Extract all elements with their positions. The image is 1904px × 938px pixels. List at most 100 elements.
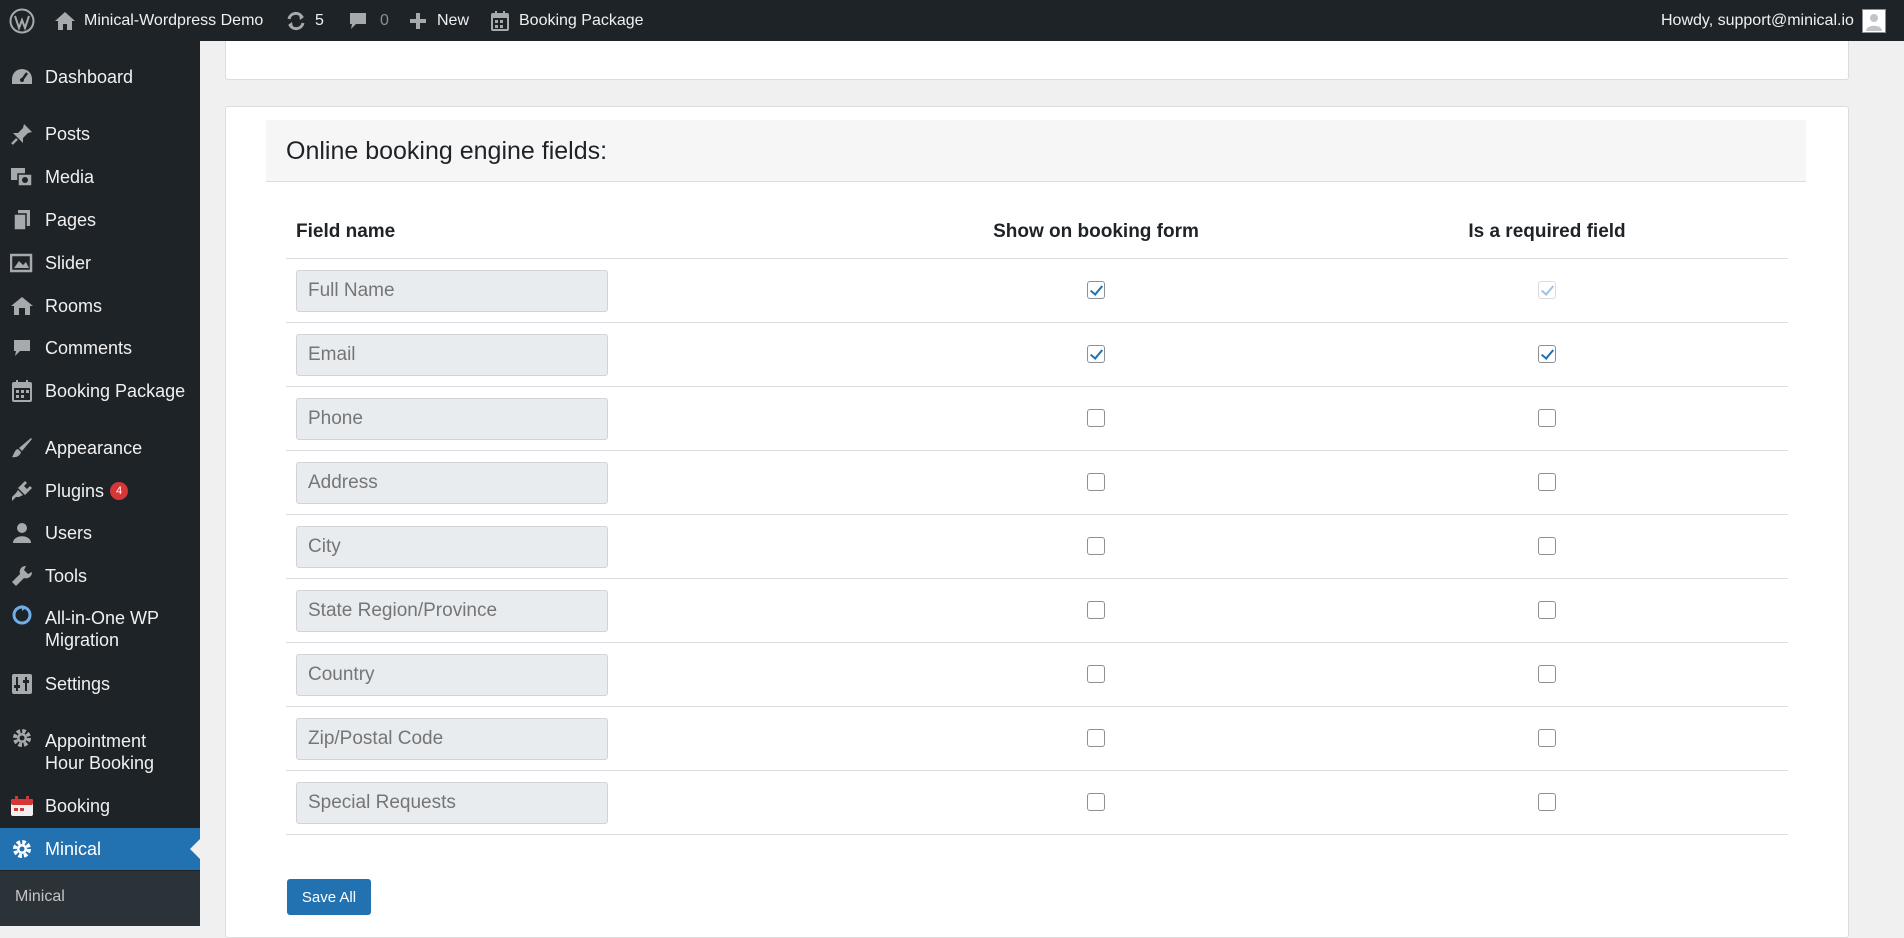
pages-icon <box>10 208 34 232</box>
user-icon <box>10 521 34 545</box>
show-on-form-checkbox[interactable] <box>1087 537 1105 556</box>
required-cell <box>1306 514 1788 579</box>
sidebar-item-media[interactable]: Media <box>0 156 200 198</box>
table-row <box>286 514 1788 579</box>
show-cell <box>886 578 1306 643</box>
show-cell <box>886 322 1306 387</box>
table-body <box>286 258 1788 835</box>
show-on-form-checkbox[interactable] <box>1087 409 1105 428</box>
updates-count: 5 <box>315 11 324 29</box>
column-header-field-name: Field name <box>286 206 886 259</box>
field-name-input[interactable] <box>296 589 608 632</box>
show-on-form-checkbox[interactable] <box>1087 601 1105 620</box>
sidebar-item-appointment-hour-booking[interactable]: Appointment Hour Booking <box>0 724 200 780</box>
sidebar-item-plugins[interactable]: Plugins 4 <box>0 470 200 512</box>
sidebar-item-booking[interactable]: Booking <box>0 785 200 827</box>
show-on-form-checkbox[interactable] <box>1087 665 1105 684</box>
show-on-form-checkbox[interactable] <box>1087 281 1105 300</box>
booking-package-label: Booking Package <box>519 11 644 29</box>
field-name-cell <box>286 258 886 323</box>
field-name-cell <box>286 578 886 643</box>
field-name-cell <box>286 514 886 579</box>
sidebar-item-users[interactable]: Users <box>0 512 200 554</box>
required-cell <box>1306 706 1788 771</box>
calendar-icon <box>491 10 509 31</box>
slider-icon <box>10 251 34 275</box>
field-name-input[interactable] <box>296 781 608 824</box>
table-row <box>286 706 1788 771</box>
required-field-checkbox[interactable] <box>1538 345 1556 364</box>
dashboard-icon <box>10 65 34 89</box>
required-field-checkbox <box>1538 281 1556 300</box>
wordpress-logo-icon[interactable] <box>9 0 35 41</box>
sidebar-item-slider[interactable]: Slider <box>0 242 200 284</box>
table-row <box>286 770 1788 835</box>
active-menu-arrow <box>190 839 200 859</box>
sidebar-item-dashboard[interactable]: Dashboard <box>0 56 200 98</box>
sidebar-label: Booking <box>45 796 111 816</box>
home-icon <box>54 11 76 31</box>
required-cell <box>1306 770 1788 835</box>
booking-fields-panel: Online booking engine fields: Field name… <box>225 106 1849 938</box>
required-field-checkbox[interactable] <box>1538 409 1556 428</box>
field-name-cell <box>286 386 886 451</box>
show-cell <box>886 706 1306 771</box>
submenu-item-minical[interactable]: Minical <box>15 888 65 906</box>
show-on-form-checkbox[interactable] <box>1087 793 1105 812</box>
sidebar-item-minical[interactable]: Minical <box>0 828 200 870</box>
field-name-input[interactable] <box>296 717 608 760</box>
my-account-link[interactable]: Howdy, support@minical.io <box>1661 0 1886 41</box>
required-field-checkbox[interactable] <box>1538 537 1556 556</box>
sidebar-item-settings[interactable]: Settings <box>0 663 200 705</box>
howdy-text: Howdy, support@minical.io <box>1661 11 1854 29</box>
field-name-input[interactable] <box>296 461 608 504</box>
sidebar-label: Appearance <box>45 438 143 458</box>
field-name-input[interactable] <box>296 269 608 312</box>
sidebar-label: Booking Package <box>45 381 186 401</box>
field-name-input[interactable] <box>296 333 608 376</box>
booking-package-link[interactable]: Booking Package <box>491 0 644 41</box>
sidebar-item-all-in-one-wp-migration[interactable]: All-in-One WP Migration <box>0 601 200 657</box>
sidebar-item-tools[interactable]: Tools <box>0 555 200 597</box>
show-on-form-checkbox[interactable] <box>1087 729 1105 748</box>
sidebar-label: Settings <box>45 674 111 694</box>
field-name-input[interactable] <box>296 653 608 696</box>
rooms-icon <box>10 294 34 318</box>
field-name-input[interactable] <box>296 525 608 568</box>
sidebar-item-rooms[interactable]: Rooms <box>0 285 200 327</box>
new-content-link[interactable]: New <box>409 0 469 41</box>
required-field-checkbox[interactable] <box>1538 665 1556 684</box>
field-name-input[interactable] <box>296 397 608 440</box>
required-field-checkbox[interactable] <box>1538 473 1556 492</box>
media-icon <box>10 165 34 189</box>
sidebar-label: Plugins <box>45 481 105 501</box>
avatar <box>1861 8 1886 33</box>
show-on-form-checkbox[interactable] <box>1087 473 1105 492</box>
updates-link[interactable]: 5 <box>285 0 324 41</box>
sidebar-item-comments[interactable]: Comments <box>0 327 200 369</box>
field-name-cell <box>286 642 886 707</box>
required-cell <box>1306 322 1788 387</box>
required-field-checkbox[interactable] <box>1538 793 1556 812</box>
sidebar-item-posts[interactable]: Posts <box>0 113 200 155</box>
table-row <box>286 258 1788 323</box>
sidebar-item-pages[interactable]: Pages <box>0 199 200 241</box>
required-field-checkbox[interactable] <box>1538 729 1556 748</box>
booking-fields-table: Field name Show on booking form Is a req… <box>286 206 1788 835</box>
show-on-form-checkbox[interactable] <box>1087 345 1105 364</box>
admin-bar: Minical-Wordpress Demo 5 0 New Booking P… <box>0 0 1904 41</box>
wrench-icon <box>10 564 34 588</box>
brush-icon <box>10 436 34 460</box>
comments-link[interactable]: 0 <box>348 0 389 41</box>
table-row <box>286 642 1788 707</box>
site-name-link[interactable]: Minical-Wordpress Demo <box>54 0 263 41</box>
pin-icon <box>10 122 34 146</box>
save-all-button[interactable]: Save All <box>287 879 371 915</box>
minical-submenu: Minical <box>0 871 200 926</box>
column-header-required: Is a required field <box>1306 206 1788 259</box>
migration-icon <box>10 603 34 627</box>
sidebar-item-booking-package[interactable]: Booking Package <box>0 370 200 412</box>
required-field-checkbox[interactable] <box>1538 601 1556 620</box>
sidebar-item-appearance[interactable]: Appearance <box>0 427 200 469</box>
sidebar-label: Rooms <box>45 296 103 316</box>
